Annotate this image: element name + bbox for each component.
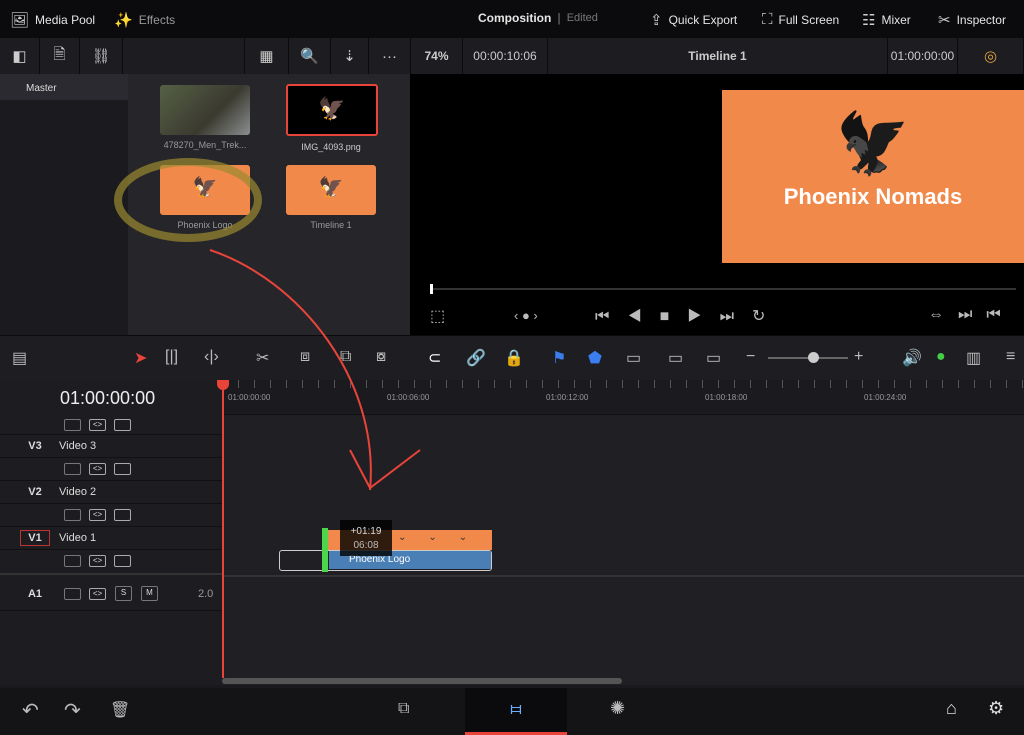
annotation-overlay: [114, 158, 421, 491]
home-icon[interactable]: ⌂: [946, 698, 957, 719]
color-page-icon[interactable]: ✺: [610, 698, 625, 719]
settings-icon[interactable]: ⚙: [988, 698, 1004, 719]
highlight-circle: [114, 158, 262, 242]
bottom-bar: ↶ ↷ 🗑 ⧉ ⧦ ✺ ⌂ ⚙: [0, 688, 1024, 735]
redo-icon[interactable]: ↷: [64, 698, 81, 723]
edit-page-tab[interactable]: ⧦: [465, 688, 567, 735]
trash-icon[interactable]: 🗑: [110, 700, 130, 720]
undo-icon[interactable]: ↶: [22, 698, 39, 723]
annotation-arrow: [209, 249, 372, 491]
cut-page-icon[interactable]: ⧉: [398, 700, 409, 718]
annotation-arrowhead: [349, 449, 421, 490]
